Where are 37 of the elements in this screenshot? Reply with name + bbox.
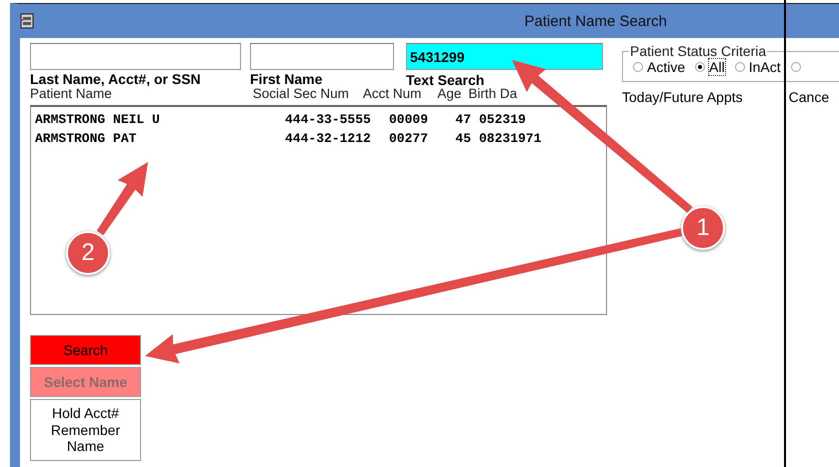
table-cell[interactable]: 444-33-5555 <box>285 112 389 127</box>
table-cell[interactable]: 444-32-1212 <box>285 131 389 146</box>
column-header: Birth Da <box>468 86 518 102</box>
section-label: Today/Future Appts <box>622 89 743 105</box>
app-icon <box>20 13 34 29</box>
table-cell[interactable]: 00009 <box>389 112 447 127</box>
radio-button[interactable] <box>695 62 706 72</box>
input-field[interactable]: 5431299 <box>406 43 603 70</box>
input-field[interactable] <box>30 43 241 70</box>
radio-label: All <box>709 59 725 75</box>
column-header: Age <box>437 86 462 102</box>
table-cell[interactable]: 47 <box>447 112 471 127</box>
table-cell[interactable]: 00277 <box>389 131 447 146</box>
group-title: Patient Status Criteria <box>629 43 768 59</box>
radio-button[interactable] <box>790 62 801 72</box>
table-cell[interactable]: 45 <box>447 131 471 146</box>
window-title: Patient Name Search <box>524 12 667 30</box>
radio-label: Active <box>647 59 686 75</box>
radio-button[interactable] <box>633 62 643 72</box>
field-label: Text Search <box>406 72 486 88</box>
field-label: First Name <box>250 71 324 87</box>
table-cell[interactable]: 08231971 <box>479 131 569 146</box>
radio-label: InAct <box>748 59 781 75</box>
input-field[interactable] <box>250 43 394 70</box>
hold-account-button[interactable]: Hold Acct# Remember Name <box>30 399 141 461</box>
callout-number: 1 <box>681 206 725 250</box>
callout-number: 2 <box>66 231 110 275</box>
field-label: Last Name, Acct#, or SSN <box>30 71 202 87</box>
column-header: Patient Name <box>30 86 112 102</box>
table-cell[interactable]: ARMSTRONG PAT <box>35 131 285 146</box>
section-label: Cance <box>788 89 830 105</box>
table-cell[interactable]: ARMSTRONG NEIL U <box>35 112 285 127</box>
column-header: Social Sec Num <box>252 86 349 102</box>
column-header: Acct Num <box>362 86 422 102</box>
search-button[interactable]: Search <box>30 335 141 365</box>
table-cell[interactable]: 052319 <box>479 112 569 127</box>
radio-button[interactable] <box>734 62 745 72</box>
